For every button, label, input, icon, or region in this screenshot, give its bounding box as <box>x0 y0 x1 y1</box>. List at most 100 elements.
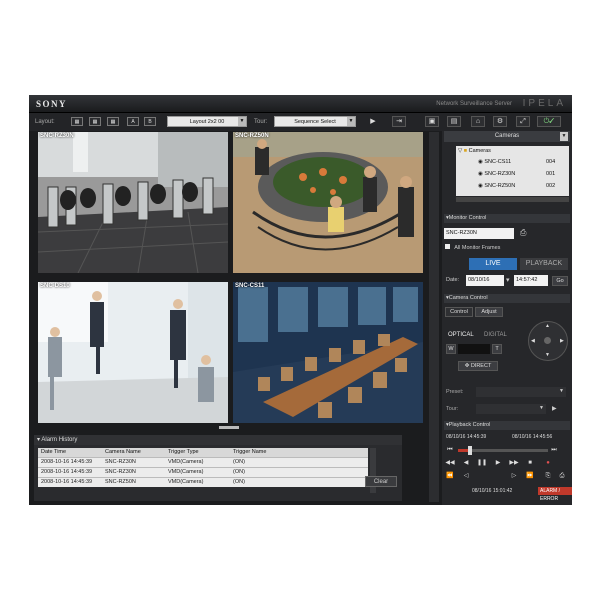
alarm-error-badge[interactable]: ALARM / ERROR <box>538 487 572 502</box>
camera-view-1[interactable]: SNC-RZ30N <box>38 132 228 273</box>
preset-label: Preset: <box>446 389 464 395</box>
tour-control-select[interactable]: ▼ <box>476 404 546 414</box>
forward-fast-icon[interactable]: ▶▶ <box>508 459 520 468</box>
prev-event-icon[interactable]: ⏪ <box>444 472 456 481</box>
camera-icon[interactable]: ⌂ <box>471 116 485 127</box>
camera-view-2[interactable]: SNC-RZ50N <box>233 132 423 273</box>
preset-select[interactable]: ▼ <box>476 387 566 397</box>
export-icon[interactable]: ⎘ <box>542 472 554 481</box>
camera-select-icon[interactable]: ⎙ <box>520 228 526 238</box>
layout-grid-1-button[interactable]: ▦ <box>71 117 83 126</box>
tour-select[interactable]: Sequence Select ▼ <box>274 116 356 127</box>
alarm-history-panel: ▾ Alarm History Date Time Camera Name Tr… <box>34 435 402 501</box>
zoom-tele-button[interactable]: T <box>492 344 502 354</box>
record-icon[interactable]: ▤ <box>447 116 461 127</box>
arrow-up-icon[interactable]: ▲ <box>545 323 550 329</box>
play-tour-icon[interactable]: ▶ <box>367 117 379 126</box>
layout-grid-3-button[interactable]: ▦ <box>107 117 119 126</box>
alarm-history-header[interactable]: ▾ Alarm History <box>34 435 402 445</box>
rewind-fast-icon[interactable]: ◀◀ <box>444 459 456 468</box>
tab-control[interactable]: Control <box>445 307 473 317</box>
table-row[interactable]: 2008-10-16 14:45:39 SNC-RZ30N VMD(Camera… <box>38 467 368 477</box>
chevron-down-icon: ▼ <box>559 388 564 394</box>
direct-button[interactable]: ✥ DIRECT <box>458 361 498 371</box>
power-icon[interactable]: ⏻✓ <box>537 116 561 127</box>
chevron-down-icon: ▼ <box>539 405 544 411</box>
camera-label: SNC-RZ30N <box>40 133 74 139</box>
time-field[interactable]: 14:57:42 <box>514 275 548 286</box>
camera-view-4[interactable]: SNC-CS11 <box>233 282 423 423</box>
tree-item-camera[interactable]: ◉ SNC-RZ50N 002 <box>478 183 566 189</box>
record-stop-icon[interactable]: ● <box>542 459 554 468</box>
tree-item-camera[interactable]: ◉ SNC-RZ30N 001 <box>478 171 566 177</box>
camera-control-header[interactable]: ▾Camera Control <box>444 294 570 303</box>
stop-icon[interactable]: ■ <box>524 459 536 468</box>
camera-image-gates <box>38 132 228 273</box>
pause-icon[interactable]: ❚❚ <box>476 459 488 468</box>
panel-divider[interactable] <box>429 132 439 502</box>
go-button[interactable]: Go <box>552 276 568 286</box>
go-end-icon[interactable]: ⏭ <box>548 446 560 455</box>
playback-slider[interactable] <box>458 446 548 455</box>
sequence-icon[interactable]: ⇥ <box>392 116 406 127</box>
zoom-wide-button[interactable]: W <box>446 344 456 354</box>
tree-scrollbar[interactable] <box>456 197 569 202</box>
tour-select-value: Sequence Select <box>294 119 336 125</box>
surveillance-app-window: SONY Network Surveillance Server IPELA L… <box>29 95 572 505</box>
layout-b-button[interactable]: B <box>144 117 156 126</box>
tab-adjust[interactable]: Adjust <box>475 307 503 317</box>
cell-trigger-name: (ON) <box>233 479 245 485</box>
arrow-right-icon[interactable]: ▶ <box>560 338 564 344</box>
calendar-icon[interactable]: ▾ <box>506 276 510 284</box>
tree-root-label: Cameras <box>468 148 491 154</box>
playback-button[interactable]: PLAYBACK <box>520 258 568 270</box>
layout-a-button[interactable]: A <box>127 117 139 126</box>
pan-tilt-pad[interactable]: ▲ ▼ ◀ ▶ <box>528 321 568 361</box>
arrow-left-icon[interactable]: ◀ <box>531 338 535 344</box>
next-event-icon[interactable]: ⏩ <box>524 472 536 481</box>
fullscreen-icon[interactable]: ⤢ <box>516 116 530 127</box>
layout-select[interactable]: Layout 2x2 00 ▼ <box>167 116 247 127</box>
date-field[interactable]: 08/10/16 <box>466 275 504 286</box>
play-tour-icon[interactable]: ▶ <box>552 405 557 412</box>
camera-image-garden <box>233 132 423 273</box>
all-monitor-frames-checkbox[interactable]: All Monitor Frames <box>445 244 500 251</box>
settings-icon[interactable]: ⚙ <box>493 116 507 127</box>
clear-button[interactable]: Clear <box>365 476 397 487</box>
camera-view-3[interactable]: SNC-DS10 <box>38 282 228 423</box>
snapshot-icon[interactable]: ⎙ <box>556 472 568 481</box>
cameras-dropdown[interactable]: Cameras ▼ <box>444 131 570 142</box>
table-row[interactable]: 2008-10-16 14:45:39 SNC-RZ30N VMD(Camera… <box>38 457 368 467</box>
monitor-icon[interactable]: ▣ <box>425 116 439 127</box>
optical-label[interactable]: OPTICAL <box>448 332 474 338</box>
go-start-icon[interactable]: ⏮ <box>444 446 456 455</box>
monitor-camera-field[interactable]: SNC-RZ30N <box>444 228 514 239</box>
column-header[interactable]: Trigger Name <box>233 448 266 457</box>
arrow-down-icon[interactable]: ▼ <box>545 352 550 358</box>
layout-grid-2-button[interactable]: ▦ <box>89 117 101 126</box>
prev-frame-icon[interactable]: ◁ <box>460 472 472 481</box>
camera-name: SNC-RZ50N <box>484 183 516 189</box>
zoom-slider[interactable] <box>458 344 490 354</box>
live-button[interactable]: LIVE <box>469 258 517 270</box>
cell-trigger-type: VMD(Camera) <box>168 479 204 485</box>
table-row[interactable]: 2008-10-16 14:45:39 SNC-RZ50N VMD(Camera… <box>38 477 368 487</box>
playback-thumb[interactable] <box>468 446 472 455</box>
monitor-control-header[interactable]: ▾Monitor Control <box>444 214 570 223</box>
column-header[interactable]: Trigger Type <box>168 448 199 457</box>
column-header[interactable]: Date Time <box>41 448 66 457</box>
tree-root[interactable]: ▽ ■ Cameras <box>458 148 491 154</box>
play-icon[interactable]: ▶ <box>492 459 504 468</box>
column-header[interactable]: Camera Name <box>105 448 141 457</box>
digital-label[interactable]: DIGITAL <box>484 332 507 338</box>
playback-control-header[interactable]: ▾Playback Control <box>444 421 570 430</box>
cell-trigger-type: VMD(Camera) <box>168 469 204 475</box>
home-icon[interactable] <box>544 337 551 344</box>
next-frame-icon[interactable]: ▷ <box>508 472 520 481</box>
camera-name: SNC-RZ30N <box>484 171 516 177</box>
step-back-icon[interactable]: ◀ <box>460 459 472 468</box>
camera-id: 001 <box>546 171 556 177</box>
tree-item-camera[interactable]: ◉ SNC-CS11 004 <box>478 159 566 165</box>
camera-area-scrollbar[interactable] <box>219 426 239 429</box>
checkbox-label: All Monitor Frames <box>454 245 501 251</box>
